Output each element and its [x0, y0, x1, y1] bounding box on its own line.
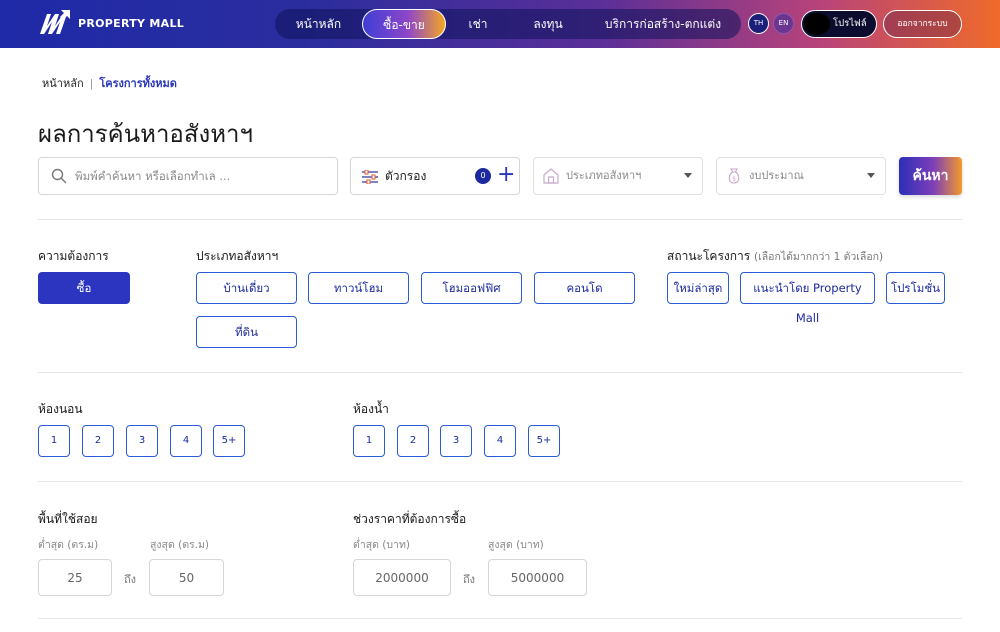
profile-label: โปรไฟล์ — [833, 18, 867, 29]
need-buy-chip[interactable]: ซื้อ — [38, 272, 130, 304]
lang-en-button[interactable]: EN — [773, 13, 794, 34]
money-bag-icon: $ — [725, 167, 743, 189]
filter-label: ตัวกรอง — [385, 169, 427, 183]
nav-rent[interactable]: เช่า — [450, 9, 506, 39]
budget-placeholder: งบประมาณ — [749, 169, 804, 182]
type-chip-land[interactable]: ที่ดิน — [196, 316, 297, 348]
project-status-title: สถานะโครงการ — [667, 249, 751, 263]
top-header: PROPERTY MALL หน้าหลัก ซื้อ-ขาย เช่า ลงท… — [0, 0, 1000, 48]
area-to-label: ถึง — [124, 573, 137, 586]
divider — [38, 219, 962, 220]
project-status-hint: (เลือกได้มากกว่า 1 ตัวเลือก) — [754, 251, 884, 263]
nav-buy-sell[interactable]: ซื้อ-ขาย — [362, 9, 446, 39]
profile-button[interactable]: โปรไฟล์ — [801, 10, 877, 38]
bathroom-chip-5plus[interactable]: 5+ — [528, 425, 560, 457]
svg-text:$: $ — [732, 176, 736, 183]
bathroom-chip-2[interactable]: 2 — [397, 425, 429, 457]
filter-button[interactable]: ตัวกรอง 0 + — [350, 157, 520, 195]
breadcrumb-separator: | — [89, 76, 94, 90]
bedroom-chip-3[interactable]: 3 — [126, 425, 158, 457]
area-max-input[interactable] — [149, 559, 224, 596]
plus-icon[interactable]: + — [497, 163, 515, 187]
property-type-select[interactable]: ประเภทอสังหาฯ — [533, 157, 703, 195]
search-button[interactable]: ค้นหา — [899, 157, 962, 195]
breadcrumb-home[interactable]: หน้าหลัก — [42, 74, 84, 92]
bedroom-chip-5plus[interactable]: 5+ — [213, 425, 245, 457]
nav-invest[interactable]: ลงทุน — [515, 9, 581, 39]
page-title: ผลการค้นหาอสังหาฯ — [38, 120, 253, 148]
type-chip-home-office[interactable]: โฮมออฟฟิศ — [421, 272, 522, 304]
project-status-label: สถานะโครงการ (เลือกได้มากกว่า 1 ตัวเลือก… — [667, 247, 883, 266]
main-nav: หน้าหลัก ซื้อ-ขาย เช่า ลงทุน บริการก่อสร… — [275, 9, 741, 39]
status-chip-promotion[interactable]: โปรโมชั่น — [886, 272, 945, 304]
divider — [38, 618, 962, 619]
status-chip-newest[interactable]: ใหม่ล่าสุด — [667, 272, 729, 304]
search-box — [38, 157, 338, 195]
nav-construction-service[interactable]: บริการก่อสร้าง-ตกแต่ง — [593, 9, 733, 39]
bedroom-chip-1[interactable]: 1 — [38, 425, 70, 457]
nav-home[interactable]: หน้าหลัก — [275, 9, 362, 39]
bathrooms-label: ห้องน้ำ — [353, 402, 389, 416]
price-max-label: สูงสุด (บาท) — [488, 539, 544, 551]
brand-logo[interactable]: PROPERTY MALL — [38, 8, 184, 38]
filter-count-badge: 0 — [475, 168, 491, 184]
type-chip-detached-house[interactable]: บ้านเดี่ยว — [196, 272, 297, 304]
price-max-input[interactable] — [488, 559, 587, 596]
bathroom-chip-3[interactable]: 3 — [440, 425, 472, 457]
price-min-input[interactable] — [353, 559, 451, 596]
property-type-placeholder: ประเภทอสังหาฯ — [566, 169, 642, 182]
brand-name: PROPERTY MALL — [78, 16, 185, 30]
search-icon — [51, 168, 67, 188]
sliders-icon — [361, 169, 379, 188]
breadcrumb-current[interactable]: โครงการทั้งหมด — [99, 74, 177, 92]
house-icon — [542, 167, 560, 189]
chevron-down-icon — [867, 173, 875, 178]
need-label: ความต้องการ — [38, 249, 109, 263]
brand-logo-icon — [40, 10, 70, 34]
bathroom-chip-4[interactable]: 4 — [484, 425, 516, 457]
price-label: ช่วงราคาที่ต้องการซื้อ — [353, 512, 467, 526]
budget-select[interactable]: $ งบประมาณ — [716, 157, 886, 195]
logout-button[interactable]: ออกจากระบบ — [883, 10, 962, 38]
type-chip-condo[interactable]: คอนโด — [534, 272, 635, 304]
bathroom-chip-1[interactable]: 1 — [353, 425, 385, 457]
type-chip-townhome[interactable]: ทาวน์โฮม — [308, 272, 409, 304]
chevron-down-icon — [684, 173, 692, 178]
bedrooms-label: ห้องนอน — [38, 402, 83, 416]
area-min-input[interactable] — [38, 559, 112, 596]
bedroom-chip-2[interactable]: 2 — [82, 425, 114, 457]
area-label: พื้นที่ใช้สอย — [38, 512, 98, 526]
status-chip-recommended[interactable]: แนะนำโดย Property Mall — [740, 272, 875, 325]
bedroom-chip-4[interactable]: 4 — [170, 425, 202, 457]
area-min-label: ต่ำสุด (ตร.ม) — [38, 539, 99, 551]
price-min-label: ต่ำสุด (บาท) — [353, 539, 410, 551]
price-to-label: ถึง — [463, 573, 476, 586]
search-input[interactable] — [75, 160, 330, 192]
area-max-label: สูงสุด (ตร.ม) — [150, 539, 210, 551]
lang-th-button[interactable]: TH — [748, 13, 769, 34]
breadcrumb: หน้าหลัก | โครงการทั้งหมด — [42, 74, 177, 92]
avatar — [804, 13, 830, 35]
divider — [38, 372, 962, 373]
property-type-label: ประเภทอสังหาฯ — [196, 249, 279, 263]
divider — [38, 481, 962, 482]
